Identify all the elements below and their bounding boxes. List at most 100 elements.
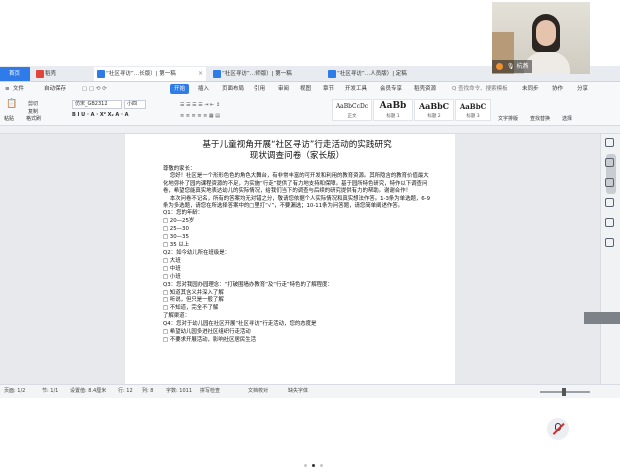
tab-doc-parent-label: “社区寻访”…长版）| 第一稿 [106,71,176,77]
participant-namebar: 🎙 杭燕 [492,60,533,73]
status-spellcheck[interactable]: 拼写检查 [200,385,220,398]
select-button[interactable]: 选择 [562,115,572,122]
menu-file[interactable]: 文件 [13,82,24,96]
paste-icon[interactable]: 📋 [6,99,17,109]
document-area: 基于儿童视角开展“社区寻访”行走活动的实践研究 现状调查问卷（家长版） 尊敬的家… [0,134,600,384]
share-icon[interactable] [605,218,614,227]
zoom-slider[interactable] [540,388,590,396]
style-heading2[interactable]: AaBbC 标题 2 [414,99,454,121]
word-doc-icon [97,70,105,78]
menu-references[interactable]: 引用 [254,82,265,96]
find-replace-button[interactable]: 查找替换 [530,115,550,122]
style-normal-sample: AaBbCcDc [335,103,369,110]
style-normal[interactable]: AaBbCcDc 正文 [332,99,372,121]
word-doc-icon [213,70,221,78]
style-heading3-label: 标题 3 [466,114,480,119]
tab-docer[interactable]: 稻壳 [33,67,93,81]
tab-docer-label: 稻壳 [45,71,57,77]
style-heading1-sample: AaBb [379,101,407,111]
style-heading1-label: 标题 1 [386,114,400,119]
font-name-select[interactable]: 仿宋_GB2312 [72,100,122,109]
doc-line: Q2：如今幼儿所在班级是： [163,249,230,256]
tab-home[interactable]: 首页 [0,67,30,81]
style-heading3[interactable]: AaBbC 标题 3 [455,99,491,121]
pager-dot[interactable] [304,464,307,467]
paste-button[interactable]: 粘贴 [4,115,14,122]
doc-intro: 您好！社区是一个形形色色的角色大舞台，有非常丰富的可开发和利用的教育资源。其所隐… [163,173,431,210]
hamburger-icon[interactable]: ≡ [5,82,10,96]
doc-line: □ 35 以上 [163,242,190,249]
tab-doc-parent[interactable]: “社区寻访”…长版）| 第一稿 × [94,67,206,81]
doc-line: □ 30—35 [163,234,189,241]
status-setting: 设置值: 8.4厘米 [70,388,107,394]
align-buttons[interactable]: ≡ ≡ ≡ ≡ ≡ ▦ ▤ [180,113,220,119]
format-painter-button[interactable]: 格式刷 [26,115,41,122]
font-size-select[interactable]: 小四 [124,100,146,109]
pager-dots [304,452,328,471]
doc-line: □ 希望幼儿园多进社区组织行走活动 [163,329,251,336]
pager-dot[interactable] [320,464,323,467]
menu-review[interactable]: 审阅 [278,82,289,96]
paragraph-buttons[interactable]: ☰ ☰ ☰ ☰ ⇥ ⇤ ↕ [180,102,220,108]
menu-insert[interactable]: 插入 [198,82,209,96]
text-tools-button[interactable]: 文字排版 [498,115,518,122]
style-heading3-sample: AaBbC [459,102,487,111]
status-word-count[interactable]: 字数: 1011 [166,385,192,398]
share-button[interactable]: 分享 [577,82,588,96]
style-heading2-label: 标题 2 [427,114,441,119]
word-doc-icon [328,70,336,78]
status-col: 列: 8 [142,388,154,394]
side-panel-tab[interactable] [584,312,620,324]
close-tab-icon[interactable]: × [198,67,203,81]
pager-dot-active[interactable] [312,464,315,467]
doc-title: 基于儿童视角开展“社区寻访”行走活动的实践研究 [202,140,392,150]
menu-autosave[interactable]: 自动保存 [44,82,66,96]
person-face [536,20,556,46]
edit-icon[interactable] [605,138,614,147]
layout-icon[interactable] [605,198,614,207]
style-heading1[interactable]: AaBb 标题 1 [373,99,413,121]
side-toolbar [603,138,617,258]
docer-icon [36,70,44,78]
status-doc-check[interactable]: 文档校对 [248,385,268,398]
menu-docer-resources[interactable]: 稻壳资源 [414,82,436,96]
status-bar: 页面: 1/2 节: 1/1 设置值: 8.4厘米 行: 12 列: 8 字数:… [0,384,620,398]
sync-status[interactable]: 未同步 [522,82,539,96]
mic-muted-button[interactable] [547,418,569,440]
tab-doc-staff[interactable]: “社区寻访”…人员版）| 定稿 [325,67,435,81]
menu-bar: ≡ 文件 自动保存 ▢ ▢ ⟲ ⟳ 开始 插入 页面布局 引用 审阅 视图 章节… [0,82,620,96]
menu-sections[interactable]: 章节 [323,82,334,96]
cut-button[interactable]: 剪切 [28,100,38,107]
zoom-slider-knob[interactable] [562,388,566,396]
tab-doc-teacher[interactable]: “社区寻访”…师版）| 第一稿 [210,67,322,81]
status-row: 行: 12 [118,388,133,394]
style-normal-label: 正文 [347,114,357,119]
search-commands[interactable]: Q 查找命令、搜索模板 [452,82,508,96]
doc-line: 了解渠道： [163,313,190,320]
toolbar-quick-icons[interactable]: ▢ ▢ ⟲ ⟳ [82,82,107,96]
settings-icon[interactable] [605,158,614,167]
doc-line: Q1：您的年龄： [163,210,204,217]
doc-line: □ 20—25岁 [163,218,195,225]
doc-line: Q3：您对我园办园理念：“打破围墙办教育”及“行走”特色的了解程度： [163,281,333,288]
format-buttons[interactable]: B I U · A · X² X₂ A · A [72,112,129,118]
participant-name: 杭燕 [516,63,529,70]
menu-developer[interactable]: 开发工具 [345,82,367,96]
status-page[interactable]: 页面: 1/2 [4,385,25,398]
collab-button[interactable]: 协作 [552,82,563,96]
doc-line: Q4：您对于幼儿园在社区开展“社区寻访”行走活动，您的态度是 [163,321,317,328]
review-icon[interactable] [605,178,614,187]
style-heading2-sample: AaBbC [418,101,450,111]
document-page[interactable]: 基于儿童视角开展“社区寻访”行走活动的实践研究 现状调查问卷（家长版） 尊敬的家… [125,134,455,384]
status-section: 节: 1/1 [42,388,59,394]
copy-button[interactable]: 复制 [28,108,38,115]
status-missing-font[interactable]: 缺失字体 [288,385,308,398]
doc-line: □ 不知道，完全不了解 [163,305,219,312]
doc-line: □ 中班 [163,265,181,272]
menu-view[interactable]: 视图 [300,82,311,96]
menu-start[interactable]: 开始 [170,84,190,94]
menu-member[interactable]: 会员专享 [380,82,402,96]
video-feed: 🎙 杭燕 [492,2,590,74]
location-icon[interactable] [605,238,614,247]
menu-page-layout[interactable]: 页面布局 [222,82,244,96]
